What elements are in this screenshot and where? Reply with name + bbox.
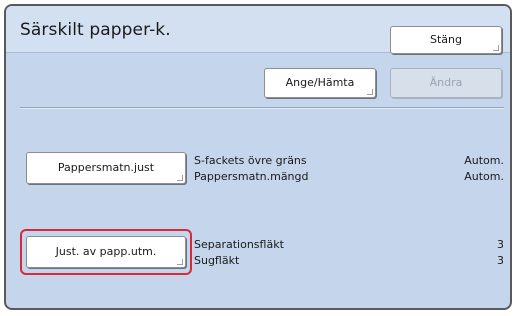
setting-row: S-fackets övre gräns Autom. [194, 154, 504, 168]
setting-value: Autom. [464, 170, 504, 183]
paper-output-adjust-button[interactable]: Just. av papp.utm. [26, 236, 186, 268]
setting-row: Pappersmatn.mängd Autom. [194, 170, 504, 184]
set-retrieve-button-label: Ange/Hämta [285, 76, 355, 89]
button-corner-mark [177, 175, 183, 181]
paper-feed-adjust-button[interactable]: Pappersmatn.just [26, 152, 186, 184]
section-divider [20, 107, 504, 109]
close-button-label: Stäng [430, 33, 462, 46]
setting-row: Sugfläkt 3 [194, 254, 504, 268]
setting-row: Separationsfläkt 3 [194, 238, 504, 252]
change-button-label: Ändra [429, 76, 463, 89]
setting-value: 3 [497, 238, 504, 251]
paper-feed-adjust-button-label: Pappersmatn.just [57, 161, 155, 174]
close-button[interactable]: Stäng [390, 26, 502, 54]
setting-label: Sugfläkt [194, 254, 240, 267]
setting-value: Autom. [464, 154, 504, 167]
change-button[interactable]: Ändra [390, 68, 502, 98]
title-bar: Särskilt papper-k. Stäng [6, 6, 510, 54]
setting-label: Pappersmatn.mängd [194, 170, 309, 183]
button-corner-mark [493, 45, 499, 51]
paper-output-adjust-button-label: Just. av papp.utm. [55, 245, 157, 258]
setting-label: S-fackets övre gräns [194, 154, 307, 167]
setting-label: Separationsfläkt [194, 238, 284, 251]
button-corner-mark [177, 259, 183, 265]
special-paper-screen: Särskilt papper-k. Stäng Ange/Hämta Ändr… [4, 4, 512, 310]
button-corner-mark [367, 89, 373, 95]
setting-value: 3 [497, 254, 504, 267]
page-title: Särskilt papper-k. [20, 20, 171, 40]
set-retrieve-button[interactable]: Ange/Hämta [264, 68, 376, 98]
